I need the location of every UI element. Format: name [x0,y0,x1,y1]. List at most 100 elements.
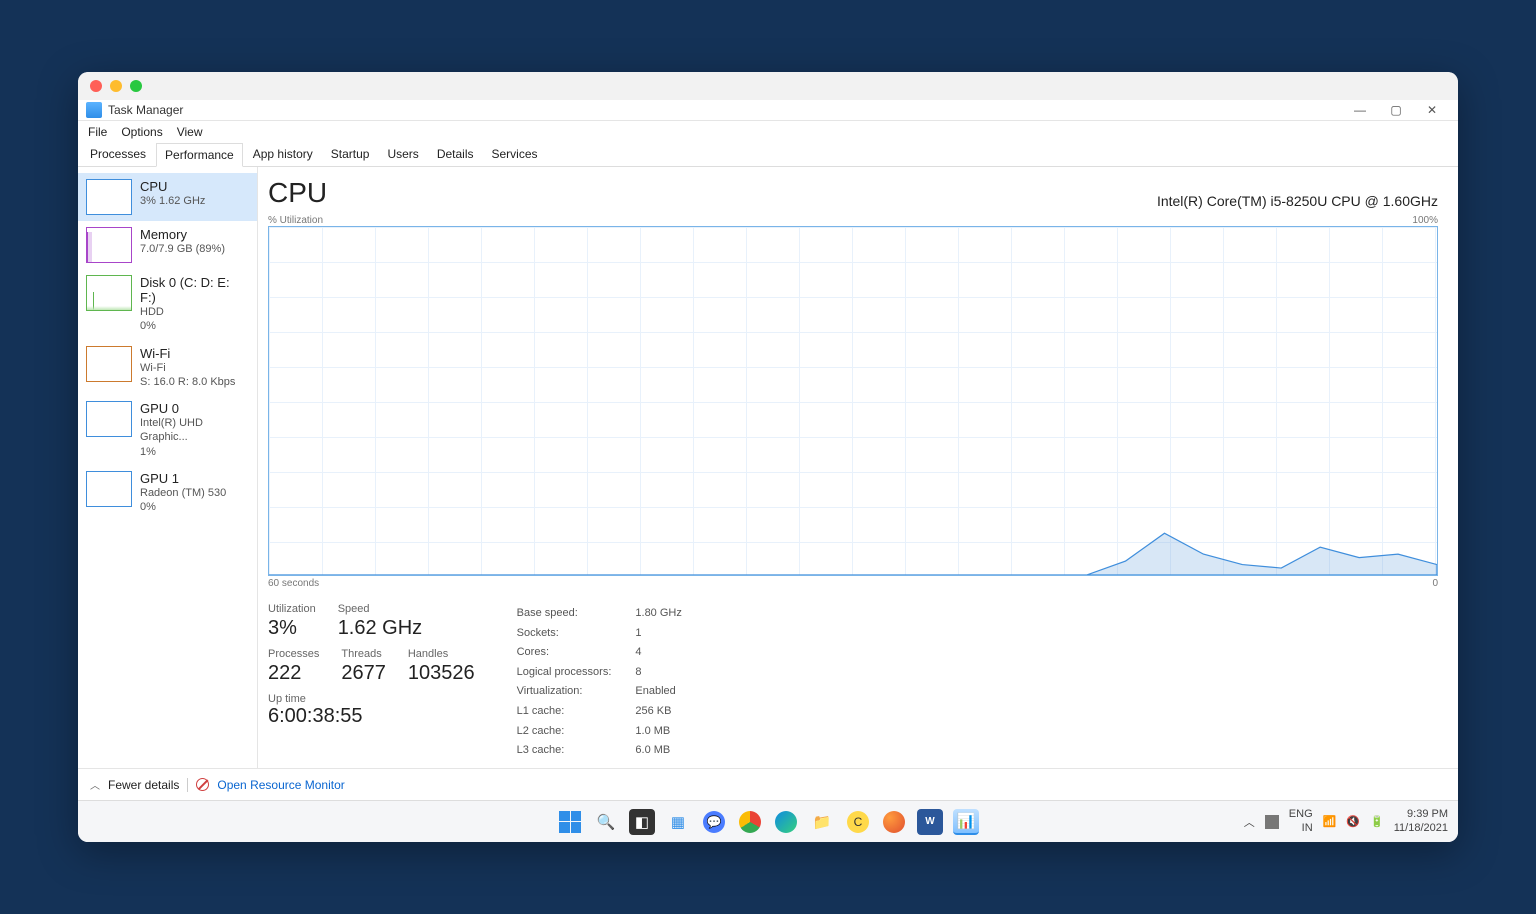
fewer-details-link[interactable]: Fewer details [108,778,179,792]
file-explorer-icon[interactable]: 📁 [809,809,835,835]
chrome-icon[interactable] [737,809,763,835]
task-manager-taskbar-icon[interactable]: 📊 [953,809,979,835]
menu-file[interactable]: File [88,125,107,139]
sidebar-item-gpu0[interactable]: GPU 0 Intel(R) UHD Graphic... 1% [78,395,257,465]
kv-value: 4 [635,644,681,662]
clock-date: 11/18/2021 [1394,822,1448,835]
mac-traffic-lights [78,72,1458,100]
sidebar-item-sub: HDD 0% [140,305,249,334]
minimize-button[interactable]: — [1342,103,1378,117]
mac-minimize-button[interactable] [110,80,122,92]
kv-label: Sockets: [517,625,634,643]
sidebar-item-sub: 7.0/7.9 GB (89%) [140,242,225,256]
processes-value: 222 [268,662,319,685]
kv-value: 1.0 MB [635,723,681,741]
tab-performance[interactable]: Performance [156,143,243,167]
sidebar-item-gpu1[interactable]: GPU 1 Radeon (TM) 530 0% [78,465,257,521]
chat-icon[interactable]: 💬 [701,809,727,835]
kv-label: L2 cache: [517,723,634,741]
tab-processes[interactable]: Processes [82,143,154,166]
clock[interactable]: 9:39 PM 11/18/2021 [1394,808,1448,834]
cpu-thumb-icon [86,179,132,215]
resource-monitor-icon [196,778,209,791]
sidebar: CPU 3% 1.62 GHz Memory 7.0/7.9 GB (89%) … [78,167,258,768]
sidebar-item-memory[interactable]: Memory 7.0/7.9 GB (89%) [78,221,257,269]
kv-value: 256 KB [635,703,681,721]
lang-secondary: IN [1289,822,1313,835]
maximize-button[interactable]: ▢ [1378,103,1414,117]
menu-view[interactable]: View [177,125,203,139]
speed-value: 1.62 GHz [338,617,422,640]
chart-ylabel: % Utilization [268,215,323,226]
chart-ymax: 100% [1412,215,1438,226]
tabs: Processes Performance App history Startu… [78,143,1458,167]
kv-label: Virtualization: [517,683,634,701]
window-title: Task Manager [108,103,183,117]
tab-details[interactable]: Details [429,143,482,166]
word-icon[interactable]: W [917,809,943,835]
uptime-label: Up time [268,693,475,705]
sidebar-item-sub: Intel(R) UHD Graphic... 1% [140,416,249,459]
chart-xmax: 60 seconds [268,578,319,589]
task-view-icon[interactable]: ◧ [629,809,655,835]
sidebar-item-cpu[interactable]: CPU 3% 1.62 GHz [78,173,257,221]
kv-label: Logical processors: [517,664,634,682]
kv-value: 1.80 GHz [635,605,681,623]
tray-chevron-icon[interactable]: ︿ [1244,814,1255,830]
clock-time: 9:39 PM [1394,808,1448,821]
handles-label: Handles [408,648,475,660]
firefox-icon[interactable] [881,809,907,835]
tab-startup[interactable]: Startup [323,143,378,166]
sidebar-item-sub: 3% 1.62 GHz [140,194,205,208]
gpu0-thumb-icon [86,401,132,437]
lang-primary: ENG [1289,808,1313,821]
task-manager-window: Task Manager — ▢ ✕ File Options View Pro… [78,72,1458,842]
mac-close-button[interactable] [90,80,102,92]
wifi-thumb-icon [86,346,132,382]
menu-options[interactable]: Options [121,125,162,139]
start-button[interactable] [557,809,583,835]
titlebar: Task Manager — ▢ ✕ [78,100,1458,121]
battery-tray-icon[interactable]: 🔋 [1370,815,1384,828]
chart-ymin: 0 [1432,578,1438,589]
sidebar-item-wifi[interactable]: Wi-Fi Wi-Fi S: 16.0 R: 8.0 Kbps [78,340,257,396]
language-indicator[interactable]: ENG IN [1289,808,1313,834]
sidebar-item-sub: Wi-Fi S: 16.0 R: 8.0 Kbps [140,361,235,390]
widgets-icon[interactable]: ▦ [665,809,691,835]
chevron-up-icon[interactable]: ︿ [90,777,100,792]
sidebar-item-label: Disk 0 (C: D: E: F:) [140,275,249,305]
tab-users[interactable]: Users [379,143,426,166]
sidebar-item-disk[interactable]: Disk 0 (C: D: E: F:) HDD 0% [78,269,257,340]
kv-value: 6.0 MB [635,742,681,760]
app-icon-c[interactable]: C [845,809,871,835]
kv-value: 8 [635,664,681,682]
sidebar-item-label: Wi-Fi [140,346,235,361]
handles-value: 103526 [408,662,475,685]
utilization-value: 3% [268,617,316,640]
speed-label: Speed [338,603,422,615]
mac-zoom-button[interactable] [130,80,142,92]
search-icon[interactable]: 🔍 [593,809,619,835]
sidebar-item-label: CPU [140,179,205,194]
threads-value: 2677 [341,662,386,685]
threads-label: Threads [341,648,386,660]
tab-services[interactable]: Services [484,143,546,166]
tab-app-history[interactable]: App history [245,143,321,166]
gpu1-thumb-icon [86,471,132,507]
wifi-tray-icon[interactable]: 📶 [1323,815,1337,828]
taskbar: 🔍 ◧ ▦ 💬 📁 C W 📊 ︿ ENG IN 📶 🔇 🔋 9:39 PM [78,800,1458,842]
cpu-model: Intel(R) Core(TM) i5-8250U CPU @ 1.60GHz [1157,193,1438,209]
processes-label: Processes [268,648,319,660]
open-resource-monitor-link[interactable]: Open Resource Monitor [217,778,344,792]
cpu-utilization-chart [268,226,1438,576]
edge-icon[interactable] [773,809,799,835]
kv-value: Enabled [635,683,681,701]
sidebar-item-label: GPU 0 [140,401,249,416]
kv-label: Base speed: [517,605,634,623]
volume-tray-icon[interactable]: 🔇 [1346,815,1360,828]
memory-thumb-icon [86,227,132,263]
disk-thumb-icon [86,275,132,311]
close-button[interactable]: ✕ [1414,103,1450,117]
tray-app-icon[interactable] [1265,815,1279,829]
kv-value: 1 [635,625,681,643]
